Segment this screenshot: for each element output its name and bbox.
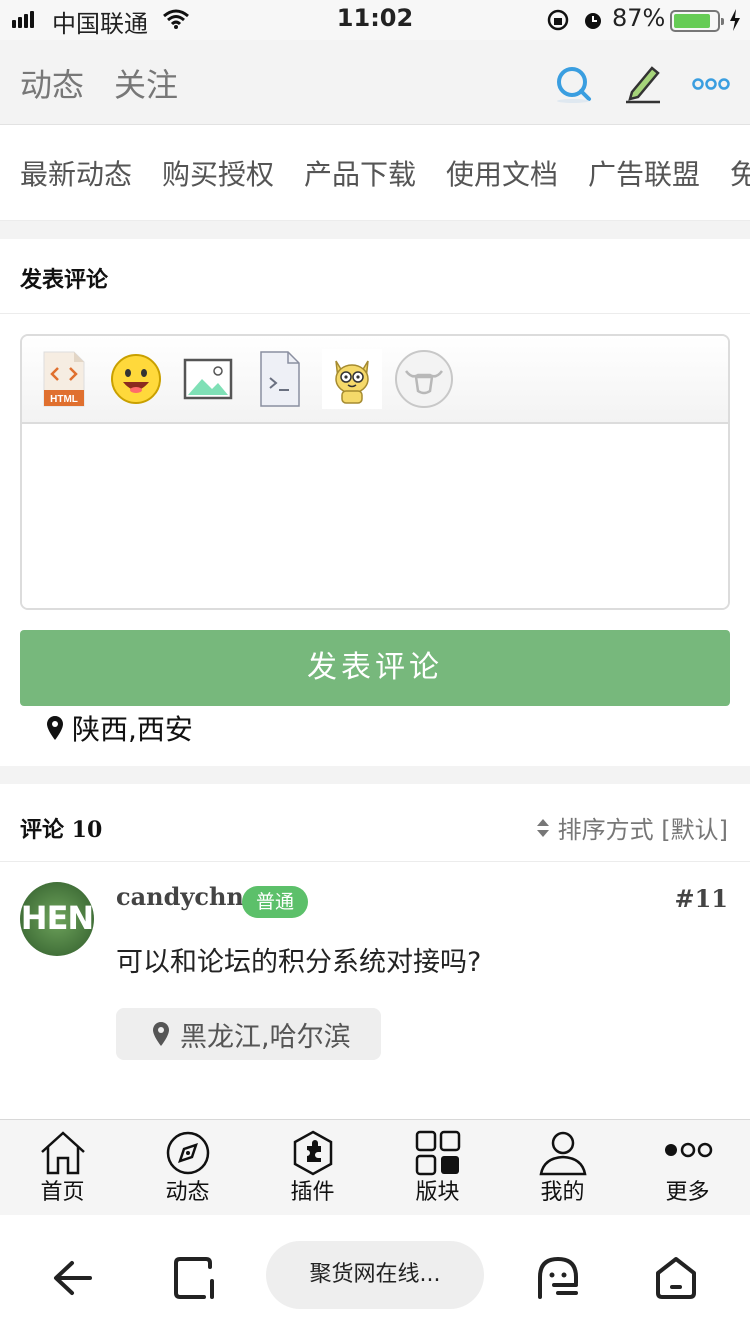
- comment-form-title: 发表评论: [20, 268, 109, 293]
- comment-location-label: 黑龙江,哈尔滨: [180, 1021, 351, 1053]
- category-nav: 最新动态 购买授权 产品下载 使用文档 广告联盟 免: [0, 125, 750, 221]
- comment-editor[interactable]: HTML: [20, 334, 730, 610]
- submit-comment-button[interactable]: 发表评论: [20, 630, 730, 706]
- app-header: 动态 关注: [0, 40, 750, 125]
- nav-item-ads[interactable]: 广告联盟: [588, 153, 700, 193]
- section-gap: [0, 766, 750, 784]
- tab-plugins-label: 插件: [290, 1180, 335, 1205]
- battery-icon: [670, 10, 724, 32]
- nav-item-more[interactable]: 免: [730, 153, 750, 193]
- tabs-icon[interactable]: [164, 1253, 224, 1303]
- assistant-face-icon[interactable]: [528, 1253, 588, 1303]
- tab-more[interactable]: 更多: [625, 1120, 750, 1216]
- browser-home-icon[interactable]: [646, 1253, 706, 1303]
- comment-floor-number: #11: [674, 884, 728, 913]
- grid-icon: [415, 1130, 461, 1176]
- bull-icon[interactable]: [394, 348, 454, 410]
- divider: [0, 861, 750, 862]
- compass-icon: [166, 1131, 210, 1175]
- smiley-icon[interactable]: [106, 348, 166, 410]
- nav-item-docs[interactable]: 使用文档: [446, 153, 558, 193]
- alarm-icon: [585, 13, 601, 29]
- nav-item-purchase[interactable]: 购买授权: [162, 153, 274, 193]
- comment-textarea[interactable]: [22, 424, 728, 608]
- avatar[interactable]: HEN: [20, 882, 94, 956]
- svg-text:HTML: HTML: [50, 394, 78, 405]
- charging-icon: [730, 9, 740, 31]
- home-icon: [41, 1131, 85, 1175]
- editor-toolbar: HTML: [22, 336, 728, 424]
- code-icon[interactable]: [250, 348, 310, 410]
- back-arrow-icon[interactable]: [44, 1253, 104, 1303]
- sort-icon: [536, 818, 549, 837]
- more-icon[interactable]: [692, 76, 730, 92]
- nav-item-latest[interactable]: 最新动态: [20, 153, 132, 193]
- location-pin-icon: [153, 1022, 169, 1046]
- status-bar: 中国联通 11:02 87%: [0, 0, 750, 40]
- tab-boards[interactable]: 版块: [375, 1120, 500, 1216]
- tab-profile-label: 我的: [540, 1180, 585, 1205]
- location-label: 陕西,西安: [72, 713, 193, 746]
- more-dots-icon: [665, 1142, 713, 1158]
- browser-toolbar: 聚货网在线...: [0, 1215, 750, 1334]
- battery-level: [674, 14, 711, 28]
- location-pin-icon: [47, 716, 63, 740]
- tab-home-label: 首页: [40, 1180, 85, 1205]
- location-tag: 陕西,西安: [46, 708, 193, 748]
- comment-content: 可以和论坛的积分系统对接吗?: [116, 947, 482, 978]
- tab-more-label: 更多: [665, 1180, 710, 1205]
- tab-follow[interactable]: 关注: [114, 60, 178, 106]
- tab-boards-label: 版块: [415, 1180, 460, 1205]
- tab-dynamic[interactable]: 动态: [20, 60, 84, 106]
- sort-control[interactable]: 排序方式 [默认]: [536, 810, 728, 845]
- user-level-badge: 普通: [242, 886, 309, 918]
- puzzle-icon: [293, 1130, 333, 1176]
- sort-label: 排序方式 [默认]: [557, 816, 728, 844]
- comment-username[interactable]: candychn: [116, 882, 244, 911]
- avatar-text: HEN: [20, 899, 94, 937]
- tab-plugins[interactable]: 插件: [250, 1120, 375, 1216]
- image-icon[interactable]: [178, 348, 238, 410]
- url-bar[interactable]: 聚货网在线...: [266, 1241, 484, 1309]
- html-icon[interactable]: HTML: [34, 348, 94, 410]
- bottom-tab-bar: 首页 动态 插件 版块 我的 更多: [0, 1119, 750, 1215]
- cat-emoji-icon[interactable]: [322, 348, 382, 410]
- tab-dynamic-label: 动态: [165, 1180, 210, 1205]
- section-gap: [0, 221, 750, 239]
- comment-location-tag: 黑龙江,哈尔滨: [116, 1008, 381, 1060]
- search-icon[interactable]: [552, 62, 596, 106]
- nav-item-download[interactable]: 产品下载: [304, 153, 416, 193]
- rotation-lock-icon: [547, 9, 569, 31]
- divider: [0, 313, 750, 314]
- edit-icon[interactable]: [622, 62, 664, 106]
- tab-dynamic[interactable]: 动态: [125, 1120, 250, 1216]
- user-icon: [539, 1131, 587, 1176]
- battery-percent: 87%: [612, 4, 666, 32]
- tab-home[interactable]: 首页: [0, 1120, 125, 1216]
- comments-count-title: 评论 10: [20, 817, 103, 843]
- tab-profile[interactable]: 我的: [500, 1120, 625, 1216]
